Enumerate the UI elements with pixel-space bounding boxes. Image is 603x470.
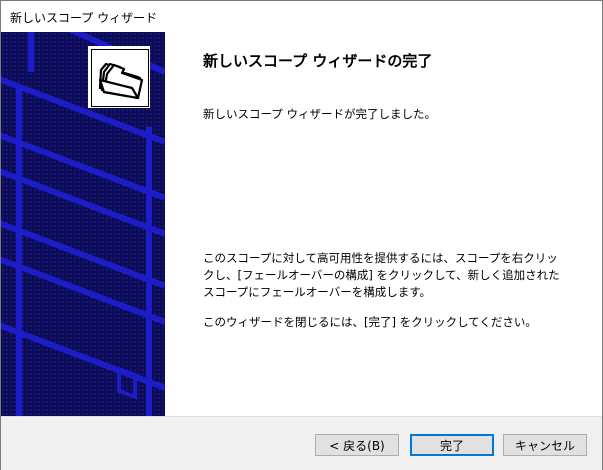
page-title: 新しいスコープ ウィザードの完了 [203,52,433,70]
window-title: 新しいスコープ ウィザード [10,11,158,25]
wizard-window: 新しいスコープ ウィザード 新しいスコープ ウィザードの完了 新しいスコープ ウ… [0,0,603,470]
wizard-banner [1,32,165,416]
title-bar[interactable]: 新しいスコープ ウィザード [1,1,602,32]
finish-button[interactable]: 完了 [410,434,494,456]
back-button[interactable]: < 戻る(B) [315,434,399,456]
close-instructions: このウィザードを閉じるには、[完了] をクリックしてください。 [203,315,537,329]
button-bar: < 戻る(B) 完了 キャンセル [1,416,602,470]
completion-message: 新しいスコープ ウィザードが完了しました。 [203,107,436,121]
folders-icon [98,62,144,100]
wizard-logo [88,46,150,108]
cancel-button[interactable]: キャンセル [503,434,587,456]
failover-instructions: このスコープに対して高可用性を提供するには、スコープを右クリックし、[フェールオ… [203,251,560,299]
wizard-content: 新しいスコープ ウィザードの完了 新しいスコープ ウィザードが完了しました。 こ… [1,32,602,416]
